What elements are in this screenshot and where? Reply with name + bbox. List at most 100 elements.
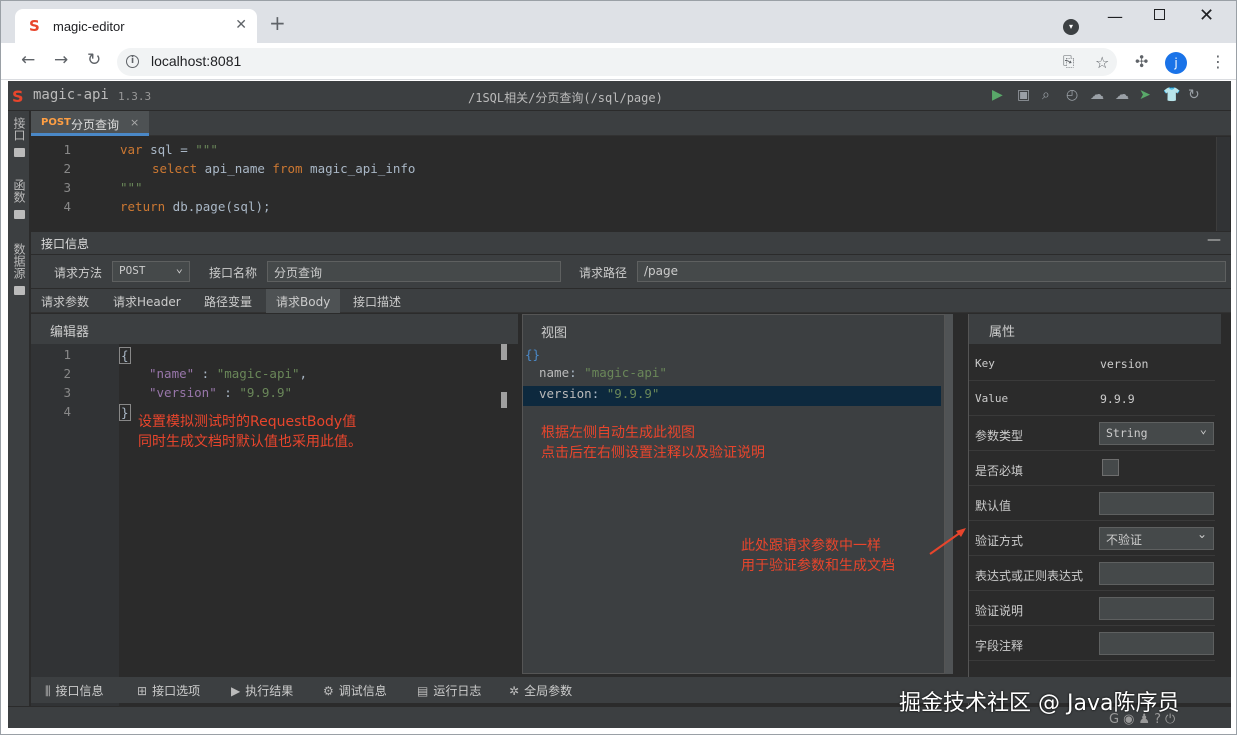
field-comment-input[interactable] <box>1099 632 1214 655</box>
translate-icon[interactable]: ⎘ <box>1063 54 1074 70</box>
editor-tabs: POST 分页查询 × <box>31 111 1231 136</box>
magic-editor-app: S magic-api 1.3.3 /1SQL相关/分页查询(/sql/page… <box>8 81 1231 728</box>
line-number: 2 <box>63 366 71 381</box>
tab-api-info[interactable]: ⫼ 接口信息 <box>45 682 104 699</box>
extensions-icon[interactable]: ✣ <box>1135 52 1148 71</box>
required-checkbox[interactable] <box>1102 459 1119 476</box>
log-icon: ▤ <box>417 684 429 698</box>
tab-run-log[interactable]: ▤ 运行日志 <box>417 682 481 699</box>
maximize-icon[interactable] <box>1154 9 1165 20</box>
path-input[interactable]: /page <box>637 261 1226 282</box>
address-bar[interactable]: i localhost:8081 ⎘ ☆ <box>117 48 1117 76</box>
tab-request-params[interactable]: 请求参数 <box>31 289 99 313</box>
annotation-properties: 此处跟请求参数中一样 用于验证参数和生成文档 <box>741 538 895 574</box>
code-line: var sql = """ <box>120 142 218 157</box>
power-icon[interactable]: ⏻ <box>1165 712 1179 727</box>
close-tab-icon[interactable]: × <box>130 116 139 129</box>
close-tab-icon[interactable]: ✕ <box>235 17 247 33</box>
json-editor[interactable]: 1 2 3 4 { "name" : "magic-api", "version… <box>31 344 518 706</box>
help-icon[interactable]: ? <box>1154 712 1165 727</box>
github-icon[interactable]: ◉ <box>1123 712 1138 727</box>
validate-desc-input[interactable] <box>1099 597 1214 620</box>
tab-paging-query[interactable]: POST 分页查询 × <box>31 111 149 136</box>
script-editor[interactable]: 1 2 3 4 var sql = """ select api_name fr… <box>31 137 1224 231</box>
avatar[interactable]: j <box>1165 52 1187 74</box>
back-icon[interactable]: ← <box>21 51 35 69</box>
tree-node-name[interactable]: name: "magic-api" <box>523 365 941 385</box>
gitee-icon[interactable]: G <box>1109 712 1123 727</box>
more-menu-icon[interactable]: ⋮ <box>1210 52 1226 71</box>
reload-icon[interactable]: ↻ <box>87 51 101 69</box>
prop-label: 验证说明 <box>975 604 1024 618</box>
tab-api-options[interactable]: ⊞ 接口选项 <box>137 682 200 699</box>
upload-icon[interactable]: ☁ <box>1090 87 1104 103</box>
run-icon[interactable]: ▶ <box>992 87 1003 103</box>
validate-select[interactable]: 不验证 <box>1099 527 1214 550</box>
bookmark-star-icon[interactable]: ☆ <box>1095 53 1109 72</box>
browser-window: S magic-editor ✕ + ▾ — ✕ ← → ↻ i localho… <box>0 0 1237 735</box>
close-window-icon[interactable]: ✕ <box>1199 5 1214 26</box>
view-header: 视图 <box>523 315 944 345</box>
download-icon[interactable]: ☁ <box>1115 87 1129 103</box>
app-header: S magic-api 1.3.3 /1SQL相关/分页查询(/sql/page… <box>8 81 1231 111</box>
app-version: 1.3.3 <box>118 90 152 103</box>
expression-input[interactable] <box>1099 562 1214 585</box>
body-editor-header: 编辑器 <box>31 314 518 344</box>
prop-row-type: 参数类型 String <box>969 416 1215 451</box>
minimize-panel-icon[interactable]: — <box>1207 232 1221 248</box>
line-number: 4 <box>63 404 71 419</box>
refresh-icon[interactable]: ↻ <box>1188 87 1200 103</box>
prop-row-required: 是否必填 <box>969 451 1215 486</box>
properties-header: 属性 <box>969 314 1221 344</box>
prop-label: Value <box>975 392 1009 405</box>
line-number: 3 <box>63 180 71 195</box>
tab-search-icon[interactable]: ▾ <box>1063 19 1079 35</box>
tab-label: 分页查询 <box>71 118 120 132</box>
default-value-input[interactable] <box>1099 492 1214 515</box>
view-scrollbar[interactable] <box>945 314 953 674</box>
new-tab-button[interactable]: + <box>269 13 286 33</box>
request-tabs: 请求参数 请求Header 路径变量 请求Body 接口描述 <box>31 289 1231 313</box>
line-number: 1 <box>63 347 71 362</box>
tab-exec-result[interactable]: ▶ 执行结果 <box>231 682 293 699</box>
history-icon[interactable]: ◴ <box>1066 87 1078 103</box>
push-icon[interactable]: ➤ <box>1139 87 1151 103</box>
browser-tab[interactable]: S magic-editor ✕ <box>15 9 257 43</box>
tab-api-description[interactable]: 接口描述 <box>343 289 411 313</box>
sidebar-item-function[interactable]: 函数 <box>11 179 27 219</box>
bug-icon: ⚙ <box>323 684 334 698</box>
search-icon[interactable]: ⌕ <box>1042 87 1050 103</box>
annotation-view: 根据左侧自动生成此视图 点击后在右侧设置注释以及验证说明 <box>541 425 765 461</box>
tree-node-version[interactable]: version: "9.9.9" <box>523 386 941 406</box>
scroll-thumb[interactable] <box>501 344 507 360</box>
tab-strip: S magic-editor ✕ + ▾ — ✕ <box>1 1 1236 43</box>
line-number: 4 <box>63 199 71 214</box>
tab-debug-info[interactable]: ⚙ 调试信息 <box>323 682 387 699</box>
annotation-arrow-icon <box>929 528 966 555</box>
tab-path-variables[interactable]: 路径变量 <box>194 289 262 313</box>
json-editor-body: { "name" : "magic-api", "version" : "9.9… <box>119 344 499 706</box>
gear-icon: ✲ <box>509 684 520 698</box>
json-line: { <box>119 347 131 364</box>
json-editor-scrollbar[interactable] <box>499 344 511 706</box>
tab-request-body[interactable]: 请求Body <box>266 289 341 313</box>
prop-label: 默认值 <box>975 499 1012 513</box>
minimize-icon[interactable]: — <box>1107 7 1123 26</box>
type-select[interactable]: String <box>1099 422 1214 445</box>
tab-request-header[interactable]: 请求Header <box>103 289 191 313</box>
prop-row-validate-desc: 验证说明 <box>969 591 1215 626</box>
sidebar-item-api[interactable]: 接口 <box>11 117 27 157</box>
body-editor-panel: 编辑器 1 2 3 4 { "name" : "magic-api", "ver… <box>31 314 518 706</box>
sidebar-item-datasource[interactable]: 数据源 <box>11 243 27 295</box>
tab-global-params[interactable]: ✲ 全局参数 <box>509 682 572 699</box>
tree-root[interactable]: {} <box>525 347 943 367</box>
save-icon[interactable]: ▣ <box>1017 87 1030 103</box>
method-select[interactable]: POST <box>112 261 190 282</box>
editor-scrollbar[interactable] <box>1216 137 1230 231</box>
skin-icon[interactable]: 👕 <box>1163 87 1180 103</box>
forward-icon[interactable]: → <box>54 51 68 69</box>
site-info-icon[interactable]: i <box>126 55 139 68</box>
api-name-input[interactable]: 分页查询 <box>267 261 561 282</box>
qq-icon[interactable]: ♟ <box>1138 712 1154 727</box>
path-label: 请求路径 <box>579 266 628 280</box>
